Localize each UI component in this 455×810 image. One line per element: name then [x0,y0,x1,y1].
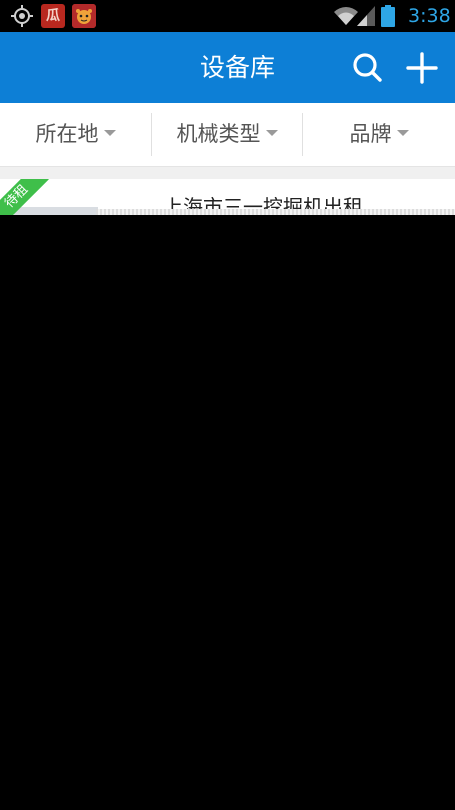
list-gap [0,167,455,179]
app-icon-gua: 瓜 [41,4,65,28]
status-clock: 3:38 [408,5,451,27]
signal-icon [357,6,375,26]
card-divider [96,209,455,215]
status-bar: 瓜 3:38 [0,0,455,32]
plus-icon[interactable] [404,50,440,86]
filter-location[interactable]: 所在地 [0,103,151,166]
item-thumbnail [14,207,98,215]
title-bar: 设备库 [0,32,455,103]
filter-location-label: 所在地 [35,122,99,146]
battery-icon [381,5,395,27]
wifi-icon [334,7,358,25]
caret-down-icon [103,130,116,136]
list-item[interactable]: 待租 上海市三一挖掘机出租 [0,179,455,215]
page-title: 设备库 [199,53,275,82]
gps-icon [11,5,33,27]
screen: 瓜 3:38 设备库 所在地 机械类型 品牌 待租 上海市三一挖掘机出租 [0,0,455,810]
filter-brand-label: 品牌 [349,122,392,146]
search-icon[interactable] [350,50,384,84]
filter-machine-type[interactable]: 机械类型 [151,103,303,166]
filter-machine-type-label: 机械类型 [176,122,261,146]
caret-down-icon [396,130,409,136]
caret-down-icon [265,130,278,136]
filter-brand[interactable]: 品牌 [303,103,455,166]
app-icon-tiger [72,4,96,28]
filter-bar: 所在地 机械类型 品牌 [0,103,455,167]
